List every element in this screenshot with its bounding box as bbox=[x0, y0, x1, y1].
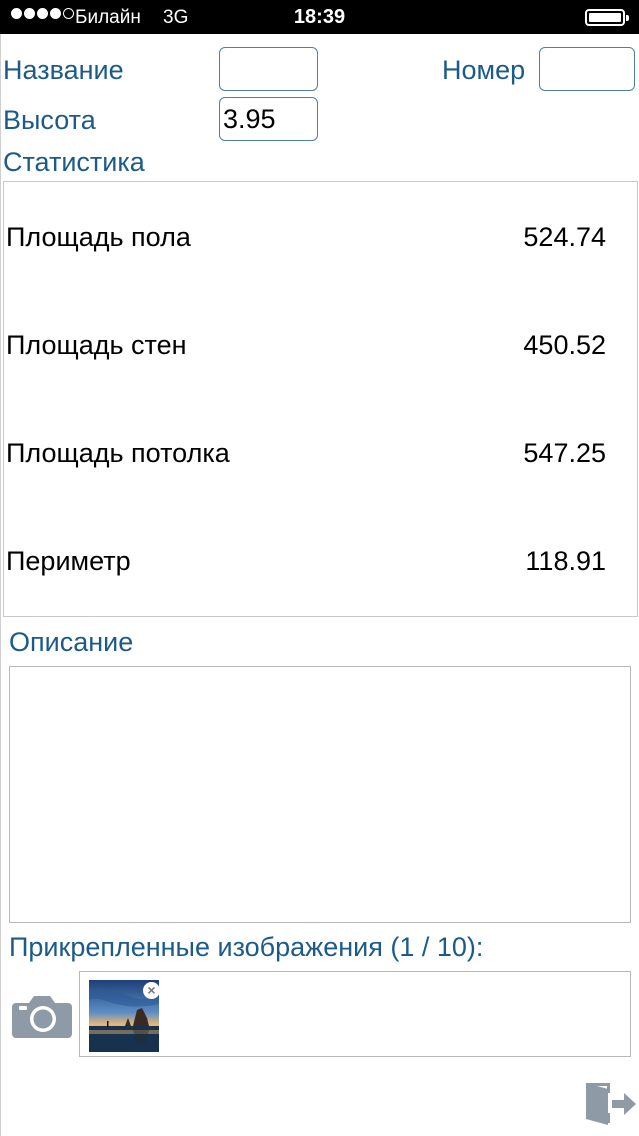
camera-button[interactable] bbox=[12, 991, 72, 1039]
description-title: Описание bbox=[9, 627, 134, 657]
number-label: Номер bbox=[442, 55, 526, 85]
height-field[interactable] bbox=[219, 97, 318, 141]
clock: 18:39 bbox=[293, 6, 346, 28]
stat-row-floor-area: Площадь пола 524.74 bbox=[4, 222, 637, 262]
exit-door-icon bbox=[586, 1083, 636, 1125]
stat-value: 547.25 bbox=[523, 438, 606, 468]
description-field[interactable] bbox=[9, 666, 631, 923]
stat-value: 118.91 bbox=[525, 546, 606, 576]
name-field[interactable] bbox=[219, 47, 318, 91]
statistics-title: Статистика bbox=[3, 147, 145, 177]
attached-images-list bbox=[79, 971, 631, 1057]
attachments-title: Прикрепленные изображения (1 / 10): bbox=[9, 932, 484, 962]
exit-button[interactable] bbox=[583, 1079, 637, 1127]
stat-name: Площадь стен bbox=[6, 330, 187, 360]
height-label: Высота bbox=[3, 105, 96, 135]
statistics-table: Площадь пола 524.74 Площадь стен 450.52 … bbox=[3, 181, 638, 617]
status-bar: Билайн 3G 18:39 bbox=[0, 0, 639, 34]
left-border bbox=[0, 34, 1, 1136]
number-field[interactable] bbox=[539, 47, 635, 91]
remove-image-button[interactable]: × bbox=[143, 982, 160, 999]
camera-icon bbox=[12, 996, 72, 1038]
stat-name: Периметр bbox=[6, 546, 131, 576]
name-label: Название bbox=[3, 55, 124, 85]
stat-row-wall-area: Площадь стен 450.52 bbox=[4, 330, 637, 370]
battery-icon bbox=[585, 9, 629, 26]
stat-name: Площадь потолка bbox=[6, 438, 230, 468]
stat-name: Площадь пола bbox=[6, 222, 191, 252]
close-icon: × bbox=[147, 982, 156, 998]
stat-value: 450.52 bbox=[523, 330, 606, 360]
stat-row-ceiling-area: Площадь потолка 547.25 bbox=[4, 438, 637, 478]
stat-row-perimeter: Периметр 118.91 bbox=[4, 546, 637, 586]
stat-value: 524.74 bbox=[523, 222, 606, 252]
